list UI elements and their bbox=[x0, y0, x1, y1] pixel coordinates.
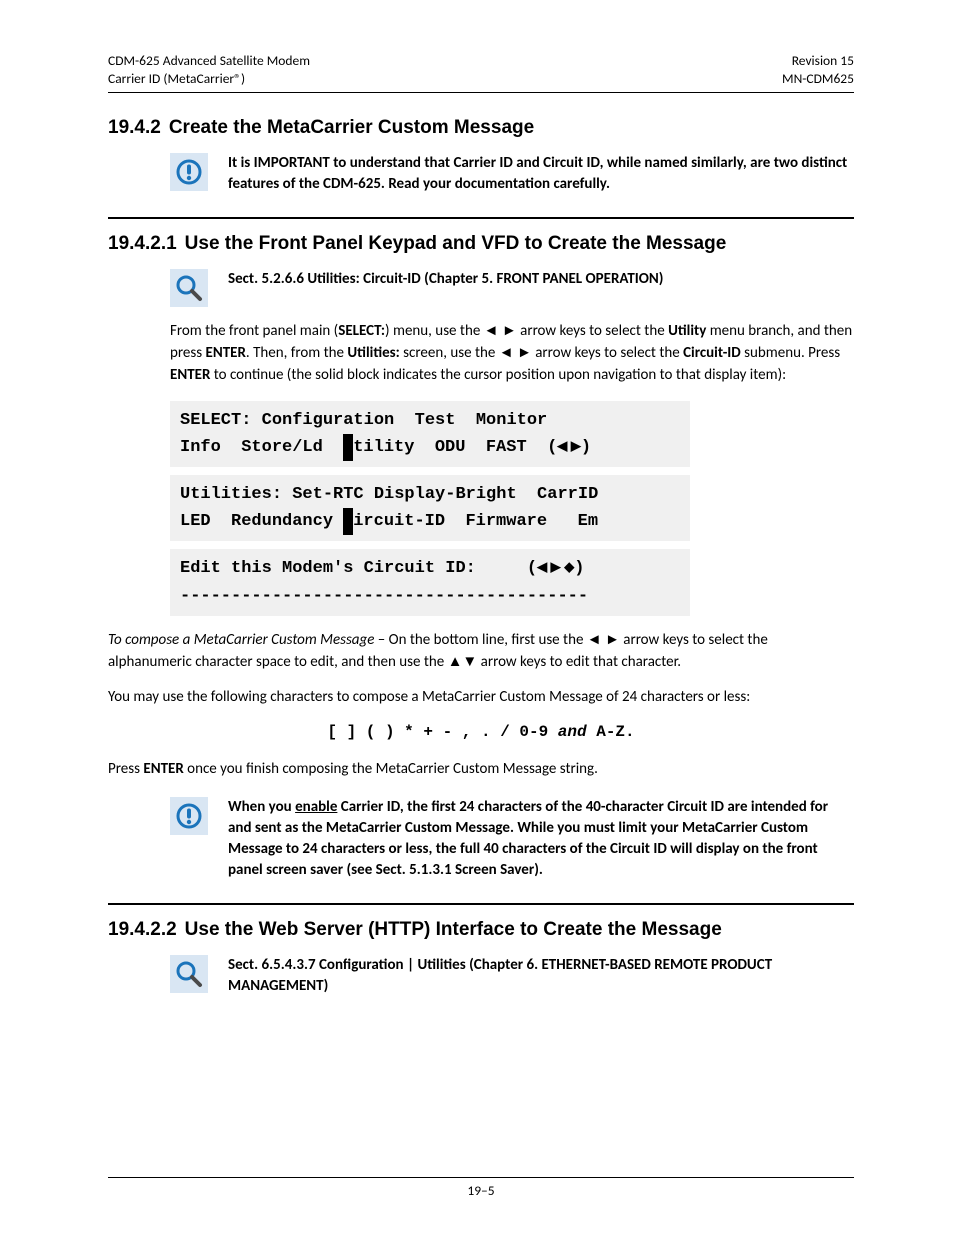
reference-2: Sect. 6.5.4.3.7 Configuration | Utilitie… bbox=[108, 953, 854, 997]
cursor-block: U bbox=[343, 434, 353, 461]
heading-19-4-2-1: 19.4.2.1Use the Front Panel Keypad and V… bbox=[108, 233, 854, 255]
magnifier-icon bbox=[170, 269, 208, 307]
page-footer: 19–5 bbox=[108, 1177, 854, 1199]
important-note-2-text: When you enable Carrier ID, the first 24… bbox=[228, 795, 854, 881]
nav-arrows-icon: ◀ ▶ ◆ bbox=[537, 559, 574, 574]
section-rule-2 bbox=[108, 903, 854, 905]
cursor-block: C bbox=[343, 508, 353, 535]
alert-icon bbox=[170, 153, 208, 191]
magnifier-icon bbox=[170, 955, 208, 993]
header-right-line2: MN-CDM625 bbox=[782, 70, 854, 88]
heading-19-4-2-2: 19.4.2.2Use the Web Server (HTTP) Interf… bbox=[108, 919, 854, 941]
para-press-enter: Press ENTER once you finish composing th… bbox=[108, 759, 854, 781]
important-note-1-text: It is IMPORTANT to understand that Carri… bbox=[228, 151, 854, 195]
header-right-line1: Revision 15 bbox=[782, 52, 854, 70]
vfd-screen-utilities: Utilities: Set-RTC Display-Bright CarrID… bbox=[170, 475, 690, 541]
para-allowed-characters-intro: You may use the following characters to … bbox=[108, 687, 854, 709]
para-front-panel-instructions: From the front panel main (SELECT:) menu… bbox=[170, 321, 854, 386]
reference-2-text: Sect. 6.5.4.3.7 Configuration | Utilitie… bbox=[228, 953, 854, 997]
left-right-arrow-icon: ◀ ▶ bbox=[557, 438, 581, 453]
vfd-screen-edit-circuit-id: Edit this Modem's Circuit ID: (◀ ▶ ◆) --… bbox=[170, 549, 690, 615]
heading-19-4-2: 19.4.2Create the MetaCarrier Custom Mess… bbox=[108, 117, 854, 139]
header-rule bbox=[108, 92, 854, 93]
important-note-2: When you enable Carrier ID, the first 24… bbox=[108, 795, 854, 881]
vfd-screen-select: SELECT: Configuration Test Monitor Info … bbox=[170, 401, 690, 467]
allowed-characters: [ ] ( ) * + - , . / 0-9 and A-Z. bbox=[108, 723, 854, 741]
reference-1-text: Sect. 5.2.6.6 Utilities: Circuit-ID (Cha… bbox=[228, 267, 854, 290]
reference-1: Sect. 5.2.6.6 Utilities: Circuit-ID (Cha… bbox=[108, 267, 854, 307]
page-number: 19–5 bbox=[467, 1182, 494, 1199]
header-left-line2: Carrier ID (MetaCarrier®) bbox=[108, 70, 310, 88]
footer-rule bbox=[108, 1177, 854, 1178]
header-left-line1: CDM-625 Advanced Satellite Modem bbox=[108, 52, 310, 70]
important-note-1: It is IMPORTANT to understand that Carri… bbox=[108, 151, 854, 195]
para-compose-instructions: To compose a MetaCarrier Custom Message … bbox=[108, 630, 854, 674]
section-rule-1 bbox=[108, 217, 854, 219]
page-header: CDM-625 Advanced Satellite Modem Carrier… bbox=[108, 52, 854, 88]
alert-icon bbox=[170, 797, 208, 835]
